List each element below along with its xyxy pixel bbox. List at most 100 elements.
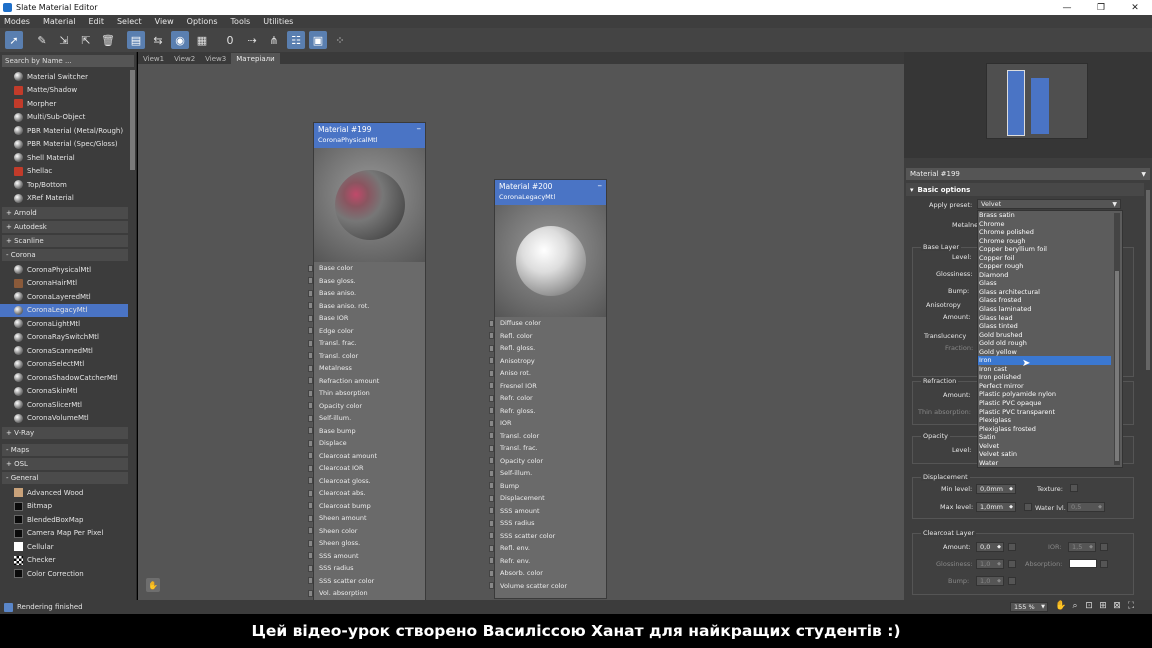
node-input-slot[interactable]: Volume scatter color [489, 580, 606, 593]
preset-option[interactable]: Diamond [978, 271, 1111, 280]
rollout-basic-options[interactable]: ▾ Basic options [906, 183, 1144, 196]
preset-option[interactable]: Copper beryllium foil [978, 245, 1111, 254]
canvas-hand-icon[interactable]: ✋ [146, 578, 160, 592]
browser-map-item[interactable]: Color Correction [0, 567, 128, 581]
preset-option[interactable]: Gold old rough [978, 339, 1111, 348]
node-input-slot[interactable]: Refr. gloss. [489, 405, 606, 418]
input-socket-icon[interactable] [489, 532, 494, 540]
node-input-slot[interactable]: Clearcoat bump [308, 500, 425, 513]
group-scanline[interactable]: + Scanline [2, 235, 128, 247]
cc-ior-spinner[interactable]: 1,5 ◆ [1068, 542, 1096, 552]
preset-option[interactable]: Glass laminated [978, 305, 1111, 314]
eyedropper-icon[interactable]: ✎ [33, 31, 51, 49]
browser-corona-item[interactable]: CoronaPhysicalMtl [0, 263, 128, 277]
node-input-slot[interactable]: SSS scatter color [308, 575, 425, 588]
input-socket-icon[interactable] [489, 344, 494, 352]
menu-options[interactable]: Options [187, 17, 218, 26]
preset-option[interactable]: Gold yellow [978, 348, 1111, 357]
menu-tools[interactable]: Tools [231, 17, 251, 26]
node-input-slot[interactable]: Base aniso. rot. [308, 300, 425, 313]
input-socket-icon[interactable] [489, 382, 494, 390]
preset-option[interactable]: Plexiglass [978, 416, 1111, 425]
browser-corona-item[interactable]: CoronaLightMtl [0, 317, 128, 331]
browser-material-item[interactable]: Shell Material [0, 151, 128, 165]
cc-bump-map-button[interactable] [1008, 577, 1016, 585]
select-arrow-icon[interactable]: ➚ [5, 31, 23, 49]
put-to-scene-icon[interactable]: ⇱ [77, 31, 95, 49]
preset-option[interactable]: Chrome polished [978, 228, 1111, 237]
browser-material-item[interactable]: XRef Material [0, 192, 128, 206]
cc-absorption-color-swatch[interactable] [1069, 559, 1097, 568]
preset-option[interactable]: Chrome rough [978, 237, 1111, 246]
input-socket-icon[interactable] [308, 552, 313, 560]
node-input-slot[interactable]: Base aniso. [308, 287, 425, 300]
input-socket-icon[interactable] [489, 369, 494, 377]
move-children-icon[interactable]: ⇆ [149, 31, 167, 49]
node-canvas[interactable]: Material #199 CoronaPhysicalMtl – Base c… [138, 64, 904, 602]
browser-material-item[interactable]: PBR Material (Metal/Rough) [0, 124, 128, 138]
collapse-icon[interactable]: – [417, 124, 422, 134]
input-socket-icon[interactable] [308, 289, 313, 297]
browser-corona-item[interactable]: CoronaScannedMtl [0, 344, 128, 358]
node-input-slot[interactable]: Refl. gloss. [489, 342, 606, 355]
parameter-scrollbar[interactable] [1146, 190, 1150, 370]
browser-map-item[interactable]: BlendedBoxMap [0, 513, 128, 527]
preset-option[interactable]: Water [978, 459, 1111, 468]
preset-option[interactable]: Copper foil [978, 254, 1111, 263]
node-input-slot[interactable]: Base color [308, 262, 425, 275]
node-input-slot[interactable]: Refr. color [489, 392, 606, 405]
node-input-slot[interactable]: Vol. absorption [308, 587, 425, 600]
group-vray[interactable]: + V-Ray [2, 427, 128, 439]
preset-option[interactable]: Chrome [978, 220, 1111, 229]
browser-corona-item[interactable]: CoronaLayeredMtl [0, 290, 128, 304]
zoom-icon[interactable]: ⌕ [1068, 601, 1082, 611]
input-socket-icon[interactable] [489, 582, 494, 590]
node-input-slot[interactable]: Refl. color [489, 330, 606, 343]
input-socket-icon[interactable] [489, 569, 494, 577]
node-input-slot[interactable]: Refr. env. [489, 555, 606, 568]
input-socket-icon[interactable] [489, 557, 494, 565]
preset-option[interactable]: Satin [978, 433, 1111, 442]
node-input-slot[interactable]: Clearcoat gloss. [308, 475, 425, 488]
preset-option[interactable]: Iron [978, 356, 1111, 365]
preset-dropdown-list[interactable]: Brass satin Chrome Chrome polished Chrome r… [977, 210, 1123, 468]
browser-corona-item[interactable]: CoronaSkinMtl [0, 385, 128, 399]
input-socket-icon[interactable] [308, 577, 313, 585]
input-socket-icon[interactable] [308, 327, 313, 335]
node-input-slot[interactable]: Sheen gloss. [308, 537, 425, 550]
node-input-slot[interactable]: Aniso rot. [489, 367, 606, 380]
apply-preset-select[interactable]: Velvet ▼ [977, 199, 1121, 209]
input-socket-icon[interactable] [308, 527, 313, 535]
browser-corona-item[interactable]: CoronaSlicerMtl [0, 398, 128, 412]
node-input-slot[interactable]: Clearcoat abs. [308, 487, 425, 500]
browser-material-item[interactable]: Shellac [0, 165, 128, 179]
cc-ior-map-button[interactable] [1100, 543, 1108, 551]
preset-option[interactable]: Glass lead [978, 314, 1111, 323]
browser-corona-item[interactable]: CoronaLegacyMtl [0, 303, 128, 317]
preset-option[interactable]: Glass frosted [978, 296, 1111, 305]
node-input-slot[interactable]: Base IOR [308, 312, 425, 325]
node-input-slot[interactable]: Opacity color [308, 400, 425, 413]
browser-material-item[interactable]: PBR Material (Spec/Gloss) [0, 138, 128, 152]
water-level-checkbox[interactable] [1024, 503, 1032, 511]
node-input-slot[interactable]: Fresnel IOR [489, 380, 606, 393]
close-button[interactable]: ✕ [1118, 3, 1152, 13]
group-maps[interactable]: - Maps [2, 444, 128, 456]
input-socket-icon[interactable] [308, 514, 313, 522]
zoom-region-icon[interactable]: ⊡ [1082, 601, 1096, 611]
node-input-slot[interactable]: Refl. env. [489, 542, 606, 555]
input-socket-icon[interactable] [308, 452, 313, 460]
checker-background-icon[interactable]: ▦ [193, 31, 211, 49]
group-corona[interactable]: - Corona [2, 249, 128, 261]
chevron-down-icon[interactable]: ▼ [1141, 171, 1146, 178]
tab-materials[interactable]: Матеріали [231, 53, 280, 64]
node-input-slot[interactable]: Sheen amount [308, 512, 425, 525]
preset-option[interactable]: Velvet [978, 442, 1111, 451]
preset-option[interactable]: Velvet satin [978, 450, 1111, 459]
show-end-result-icon[interactable]: ⇢ [243, 31, 261, 49]
node-input-slot[interactable]: SSS scatter color [489, 530, 606, 543]
node-input-slot[interactable]: Transl. color [308, 350, 425, 363]
node-input-slot[interactable]: Transl. frac. [308, 337, 425, 350]
input-socket-icon[interactable] [489, 444, 494, 452]
input-socket-icon[interactable] [308, 414, 313, 422]
